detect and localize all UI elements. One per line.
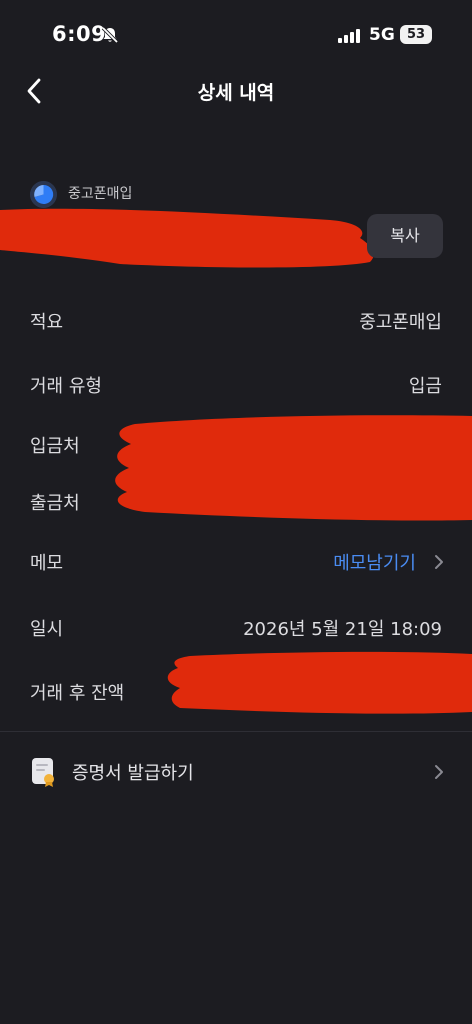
certificate-document-icon [32,758,54,787]
page-title: 상세 내역 [197,82,275,104]
transaction-detail-screen: 6:09 5G 53 상세 내역 중고폰매입 복사 적요 중고폰매입 거래 유형… [0,0,472,1024]
section-divider [0,731,472,732]
copy-button[interactable]: 복사 [367,214,443,258]
account-redaction [0,208,374,268]
status-time: 6:09 [52,22,107,46]
balance-after-label: 거래 후 잔액 [30,683,125,704]
certificate-chevron-right-icon [435,765,443,779]
status-bar: 6:09 5G 53 [0,0,472,66]
summary-label: 적요 [30,312,64,333]
battery-indicator: 53 [400,25,432,44]
merchant-logo [30,181,57,208]
datetime-label: 일시 [30,619,64,640]
issue-certificate-label: 증명서 발급하기 [72,763,194,784]
signal-strength-icon [338,29,360,43]
merchant-logo-icon [30,181,57,208]
counterparty-redaction [115,415,472,521]
withdrawer-label: 출금처 [30,493,80,514]
bell-muted-icon [101,26,119,44]
merchant-name: 중고폰매입 [68,186,133,202]
transaction-type-label: 거래 유형 [30,376,102,397]
transaction-type-value: 입금 [408,376,442,397]
issue-certificate-row[interactable]: 증명서 발급하기 [0,744,472,800]
datetime-value: 2026년 5월 21일 18:09 [243,619,442,640]
memo-chevron-right-icon[interactable] [432,553,446,571]
memo-label: 메모 [30,553,64,574]
network-type: 5G [369,25,395,45]
depositor-label: 입금처 [30,436,80,457]
summary-value: 중고폰매입 [359,312,442,333]
memo-write-link[interactable]: 메모남기기 [333,549,416,575]
balance-redaction [167,651,472,714]
